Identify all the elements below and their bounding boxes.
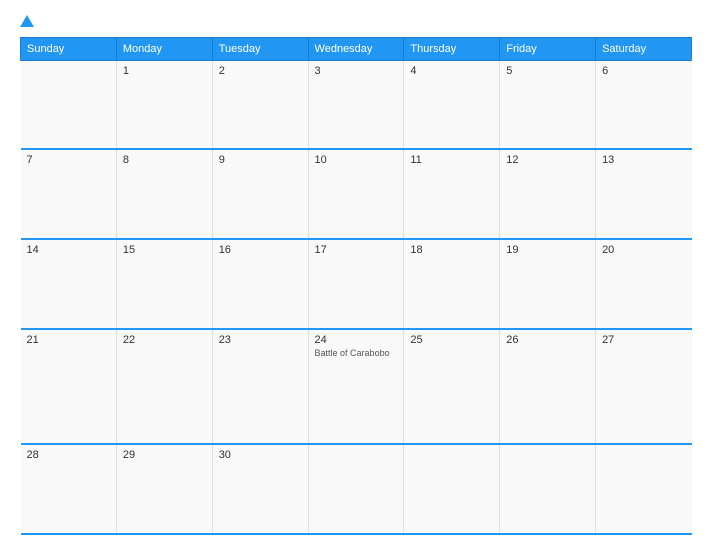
calendar-cell: 13 (596, 149, 692, 239)
calendar-week-row: 7 8 9 10 11 12 13 (21, 149, 692, 239)
day-number: 17 (315, 244, 398, 256)
day-number: 15 (123, 244, 206, 256)
day-number: 22 (123, 334, 206, 346)
calendar-cell: 30 (212, 444, 308, 534)
calendar-cell: 4 (404, 61, 500, 150)
day-number: 27 (602, 334, 685, 346)
calendar-cell (308, 444, 404, 534)
calendar-cell: 11 (404, 149, 500, 239)
weekday-header-sunday: Sunday (21, 38, 117, 61)
day-number: 30 (219, 449, 302, 461)
weekday-header-friday: Friday (500, 38, 596, 61)
calendar-cell: 15 (116, 239, 212, 329)
day-number: 5 (506, 65, 589, 77)
calendar-week-row: 1 2 34 5 6 (21, 61, 692, 150)
calendar-cell: 27 (596, 329, 692, 444)
day-number: 9 (219, 154, 302, 166)
day-number: 1 (123, 65, 206, 77)
calendar-week-row: 21 22 23 24 Battle of Carabobo 25 26 27 (21, 329, 692, 444)
calendar-cell: 9 (212, 149, 308, 239)
day-number: 18 (410, 244, 493, 256)
holiday-label: Battle of Carabobo (315, 348, 398, 358)
day-number: 25 (410, 334, 493, 346)
calendar-cell: 21 (21, 329, 117, 444)
calendar-cell: 7 (21, 149, 117, 239)
calendar-cell: 26 (500, 329, 596, 444)
day-number: 24 (315, 334, 398, 346)
calendar-week-row: 28 29 30 (21, 444, 692, 534)
day-number: 2 (219, 65, 302, 77)
calendar-cell: 24 Battle of Carabobo (308, 329, 404, 444)
day-number: 20 (602, 244, 685, 256)
calendar-cell (596, 444, 692, 534)
weekday-header-tuesday: Tuesday (212, 38, 308, 61)
calendar-cell: 8 (116, 149, 212, 239)
weekday-header-saturday: Saturday (596, 38, 692, 61)
calendar-cell: 25 (404, 329, 500, 444)
calendar-cell: 18 (404, 239, 500, 329)
calendar-header (20, 15, 692, 27)
day-number: 13 (602, 154, 685, 166)
calendar-cell: 20 (596, 239, 692, 329)
day-number: 26 (506, 334, 589, 346)
day-number: 16 (219, 244, 302, 256)
day-number: 4 (410, 65, 493, 77)
day-number: 23 (219, 334, 302, 346)
calendar-week-row: 14 15 16 17 18 19 20 (21, 239, 692, 329)
calendar-cell: 1 (116, 61, 212, 150)
logo-blue-text (20, 15, 36, 27)
calendar-cell: 14 (21, 239, 117, 329)
day-number: 14 (27, 244, 110, 256)
day-number: 10 (315, 154, 398, 166)
weekday-header-monday: Monday (116, 38, 212, 61)
day-number: 29 (123, 449, 206, 461)
calendar-cell: 6 (596, 61, 692, 150)
day-number: 11 (410, 154, 493, 166)
calendar-cell: 5 (500, 61, 596, 150)
day-number: 8 (123, 154, 206, 166)
calendar-cell: 12 (500, 149, 596, 239)
calendar-table: SundayMondayTuesdayWednesdayThursdayFrid… (20, 37, 692, 535)
calendar-cell: 22 (116, 329, 212, 444)
day-number: 28 (27, 449, 110, 461)
day-number: 19 (506, 244, 589, 256)
day-number: 21 (27, 334, 110, 346)
calendar-cell: 19 (500, 239, 596, 329)
calendar-cell: 3 (308, 61, 404, 150)
logo-triangle-icon (20, 15, 34, 27)
calendar-cell: 17 (308, 239, 404, 329)
day-number: 12 (506, 154, 589, 166)
day-number: 3 (315, 65, 398, 77)
calendar-cell: 28 (21, 444, 117, 534)
weekday-header-row: SundayMondayTuesdayWednesdayThursdayFrid… (21, 38, 692, 61)
calendar-cell: 23 (212, 329, 308, 444)
calendar-cell: 10 (308, 149, 404, 239)
calendar-cell (21, 61, 117, 150)
day-number: 6 (602, 65, 685, 77)
weekday-header-wednesday: Wednesday (308, 38, 404, 61)
day-number: 7 (27, 154, 110, 166)
calendar-cell: 29 (116, 444, 212, 534)
weekday-header-thursday: Thursday (404, 38, 500, 61)
calendar-cell: 16 (212, 239, 308, 329)
logo (20, 15, 36, 27)
calendar-cell (404, 444, 500, 534)
calendar-cell: 2 (212, 61, 308, 150)
calendar-cell (500, 444, 596, 534)
